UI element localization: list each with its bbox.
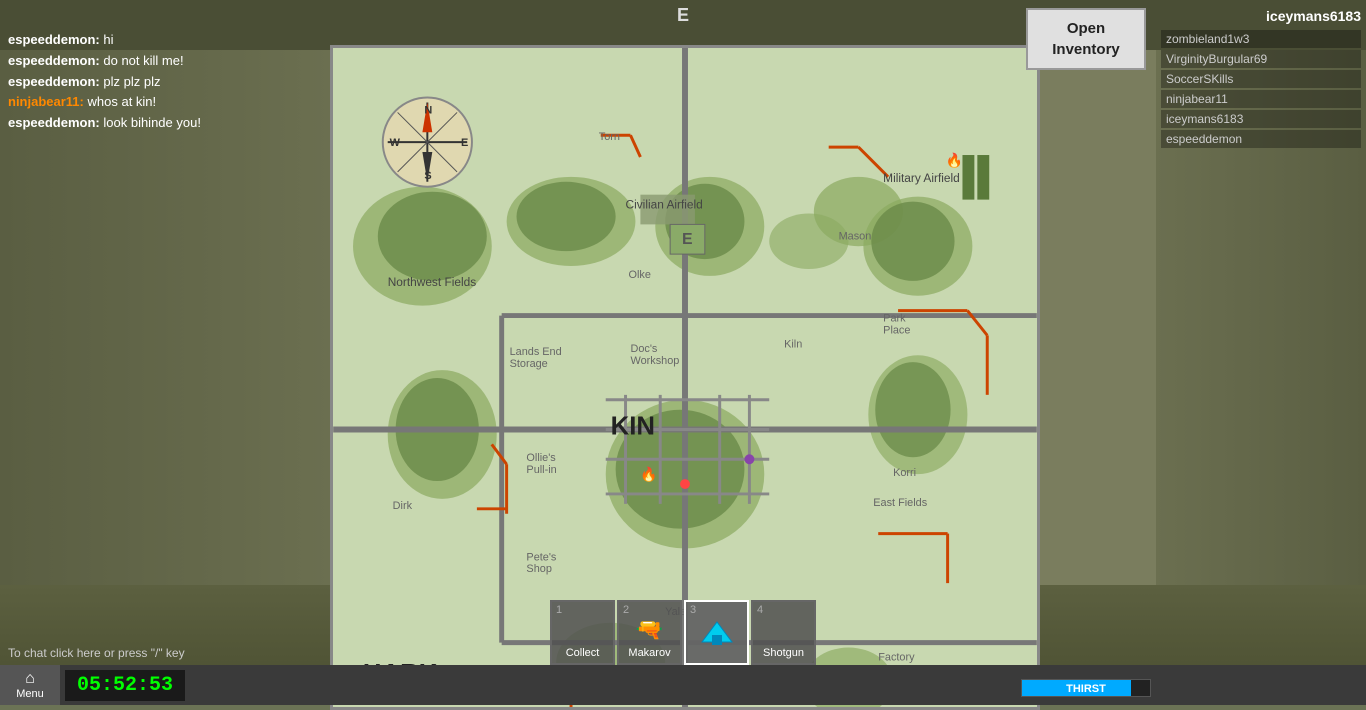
chat-area: espeeddemon: hi espeeddemon: do not kill… [8,30,328,134]
thirst-label: THIRST [1022,680,1150,698]
chat-message-5: espeeddemon: look bihinde you! [8,113,328,134]
svg-text:Civilian Airfield: Civilian Airfield [626,198,703,212]
player-list-item-2: VirginityBurgular69 [1161,50,1361,68]
svg-text:Northwest Fields: Northwest Fields [388,275,476,289]
chat-text-4: whos at kin! [88,94,157,109]
player-list-item-3: SoccerSKills [1161,70,1361,88]
home-icon: ⌂ [25,670,35,688]
slot-1-number: 1 [556,604,562,616]
chat-hint[interactable]: To chat click here or press "/" key [0,643,193,663]
svg-text:Workshop: Workshop [630,355,679,367]
svg-text:Place: Place [883,324,910,336]
chat-username-5: espeeddemon: [8,115,100,130]
svg-text:Korri: Korri [893,467,916,479]
svg-text:N: N [424,104,432,116]
chat-username-2: espeeddemon: [8,53,100,68]
svg-text:Military Airfield: Military Airfield [883,171,960,185]
svg-text:East Fields: East Fields [873,497,927,509]
chat-text-2: do not kill me! [103,53,183,68]
chat-text-1: hi [103,32,113,47]
svg-text:Olke: Olke [629,269,651,281]
player-list-item-6: espeeddemon [1161,130,1361,148]
chat-text-3: plz plz plz [103,74,160,89]
game-timer: 05:52:53 [65,670,185,701]
slot-2-icon: 🔫 [636,617,663,643]
e-key-label: E [677,5,689,26]
hotbar-slot-2[interactable]: 2 🔫 Makarov [617,600,682,665]
inventory-button[interactable]: Open Inventory [1026,8,1146,70]
chat-message-4: ninjabear11: whos at kin! [8,92,328,113]
chat-username-1: espeeddemon: [8,32,100,47]
chat-username-4: ninjabear11: [8,94,84,109]
slot-1-label: Collect [552,647,613,659]
svg-text:E: E [682,231,693,248]
svg-text:W: W [390,137,401,149]
chat-text-5: look bihinde you! [103,115,201,130]
player-list-item-1: zombieland1w3 [1161,30,1361,48]
svg-text:Mason: Mason [839,230,872,242]
svg-text:Dirk: Dirk [393,500,413,512]
thirst-bar: THIRST [1021,679,1151,697]
svg-text:🔥: 🔥 [946,152,963,169]
hotbar-slot-4[interactable]: 4 Shotgun [751,600,816,665]
svg-text:KIN: KIN [611,412,655,440]
svg-text:Park: Park [883,313,906,325]
player-list-item-4: ninjabear11 [1161,90,1361,108]
svg-text:Factory: Factory [878,651,915,663]
chat-message-1: espeeddemon: hi [8,30,328,51]
hotbar-slot-3[interactable]: 3 [684,600,749,665]
svg-text:Shop: Shop [526,563,551,575]
slot-4-number: 4 [757,604,763,616]
slot-3-number: 3 [690,604,696,616]
player-list: iceymans6183 zombieland1w3 VirginityBurg… [1161,8,1361,150]
current-player-name: iceymans6183 [1161,8,1361,24]
chat-username-3: espeeddemon: [8,74,100,89]
hotbar: 1 Collect 2 🔫 Makarov 3 4 Shotgun [550,600,816,665]
svg-text:Storage: Storage [510,358,548,370]
svg-text:Kiln: Kiln [784,338,802,350]
slot-2-number: 2 [623,604,629,616]
menu-label: Menu [16,688,44,700]
svg-text:Pete's: Pete's [526,551,556,563]
bottom-bar: ⌂ Menu 05:52:53 THIRST [0,665,1366,705]
slot-4-label: Shotgun [753,647,814,659]
chat-message-3: espeeddemon: plz plz plz [8,72,328,93]
svg-text:Pull-in: Pull-in [526,464,556,476]
thirst-container: THIRST [1021,679,1151,697]
svg-text:Ollie's: Ollie's [526,452,556,464]
svg-text:Lands End: Lands End [510,346,562,358]
svg-text:E: E [461,137,468,149]
svg-text:Doc's: Doc's [630,343,657,355]
chat-message-2: espeeddemon: do not kill me! [8,51,328,72]
menu-button[interactable]: ⌂ Menu [0,665,60,705]
svg-text:S: S [424,170,431,182]
hotbar-slot-1[interactable]: 1 Collect [550,600,615,665]
svg-text:🔥: 🔥 [640,466,657,483]
slot-2-label: Makarov [619,647,680,659]
svg-text:Torn: Torn [599,131,620,143]
slot-3-item-icon [697,617,737,647]
player-list-item-5: iceymans6183 [1161,110,1361,128]
